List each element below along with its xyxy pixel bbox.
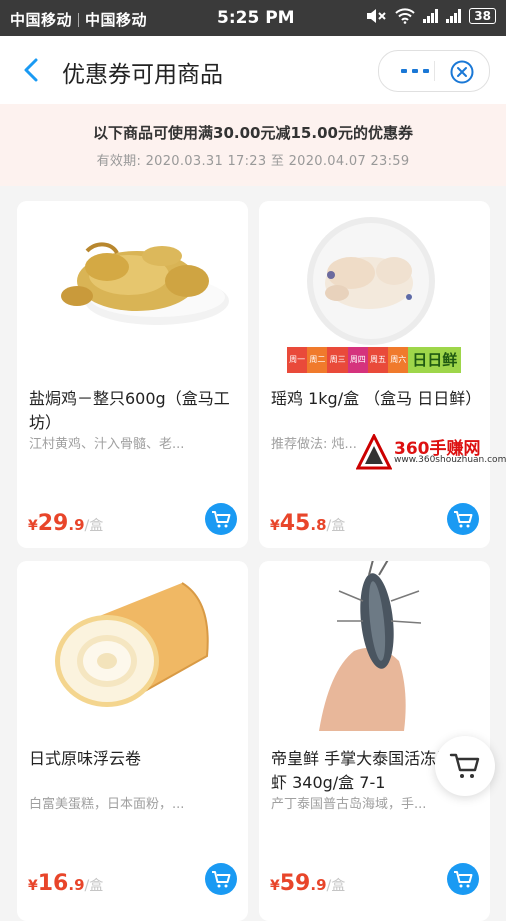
signal-2-icon bbox=[446, 9, 462, 23]
price-unit: /盒 bbox=[326, 878, 346, 894]
price-unit: /盒 bbox=[326, 518, 346, 534]
add-to-cart-button[interactable] bbox=[205, 863, 237, 895]
price-unit: /盒 bbox=[84, 878, 104, 894]
watermark-logo-icon bbox=[356, 434, 392, 470]
badge-day: 周一 bbox=[287, 347, 308, 373]
product-name[interactable]: 瑶鸡 1kg/盒 （盒马 日日鲜） bbox=[271, 387, 476, 411]
price-integer: 16 bbox=[37, 871, 69, 896]
price-decimal: .9 bbox=[68, 876, 85, 894]
cart-icon bbox=[212, 871, 231, 888]
product-image-swiss-roll bbox=[17, 561, 248, 736]
wifi-icon bbox=[395, 8, 415, 24]
page-title: 优惠券可用商品 bbox=[62, 62, 223, 88]
back-chevron-left-icon[interactable] bbox=[18, 56, 46, 84]
cart-icon bbox=[449, 753, 480, 778]
badge-brand: 日日鲜 bbox=[408, 347, 462, 373]
status-time: 5:25 PM bbox=[217, 8, 295, 28]
carrier-info: 中国移动 中国移动 bbox=[10, 9, 147, 30]
mini-program-capsule bbox=[378, 50, 490, 92]
product-card-salt-baked-chicken[interactable]: 盐焗鸡－整只600g（盒马工坊） 江村黄鸡、汁入骨髓、老... ¥29.9/盒 bbox=[17, 201, 248, 548]
product-card-yao-chicken[interactable]: 周一 周二 周三 周四 周五 周六 日日鲜 瑶鸡 1kg/盒 （盒马 日日鲜） … bbox=[259, 201, 490, 548]
close-circle-icon[interactable] bbox=[449, 59, 475, 85]
coupon-validity: 有效期: 2020.03.31 17:23 至 2020.04.07 23:59 bbox=[96, 154, 410, 169]
more-dots-icon[interactable] bbox=[401, 61, 431, 81]
floating-cart-button[interactable] bbox=[435, 736, 495, 796]
status-bar: 中国移动 中国移动 5:25 PM 38 bbox=[0, 0, 506, 36]
product-name[interactable]: 盐焗鸡－整只600g（盒马工坊） bbox=[29, 387, 234, 435]
product-desc: 产丁泰国普古岛海域，手... bbox=[271, 797, 427, 812]
product-price: ¥16.9/盒 bbox=[28, 871, 103, 896]
cart-icon bbox=[454, 871, 473, 888]
add-to-cart-button[interactable] bbox=[447, 863, 479, 895]
product-image-chicken bbox=[17, 201, 248, 376]
cart-icon bbox=[212, 511, 231, 528]
add-to-cart-button[interactable] bbox=[447, 503, 479, 535]
mute-icon bbox=[367, 9, 387, 23]
price-symbol: ¥ bbox=[28, 518, 38, 534]
status-icons: 38 bbox=[365, 8, 496, 24]
price-integer: 29 bbox=[37, 511, 69, 536]
carrier-divider bbox=[78, 13, 80, 27]
price-integer: 59 bbox=[279, 871, 311, 896]
watermark: 360手赚网 www.360shouzhuan.com bbox=[356, 432, 506, 472]
price-integer: 45 bbox=[279, 511, 311, 536]
cart-icon bbox=[454, 511, 473, 528]
product-name[interactable]: 日式原味浮云卷 bbox=[29, 747, 234, 771]
battery-icon: 38 bbox=[469, 8, 496, 24]
product-price: ¥45.8/盒 bbox=[270, 511, 345, 536]
coupon-banner: 以下商品可使用满30.00元减15.00元的优惠券 有效期: 2020.03.3… bbox=[0, 104, 506, 186]
nav-bar: 优惠券可用商品 bbox=[0, 36, 506, 104]
badge-day: 周三 bbox=[327, 347, 348, 373]
badge-day: 周六 bbox=[388, 347, 409, 373]
price-symbol: ¥ bbox=[270, 518, 280, 534]
capsule-divider bbox=[434, 61, 435, 81]
price-decimal: .9 bbox=[310, 876, 327, 894]
ririxian-badge: 周一 周二 周三 周四 周五 周六 日日鲜 bbox=[287, 347, 462, 373]
carrier-2: 中国移动 bbox=[85, 11, 148, 29]
price-decimal: .8 bbox=[310, 516, 327, 534]
price-unit: /盒 bbox=[84, 518, 104, 534]
signal-1-icon bbox=[423, 9, 439, 23]
price-symbol: ¥ bbox=[270, 878, 280, 894]
product-desc: 江村黄鸡、汁入骨髓、老... bbox=[29, 437, 185, 452]
product-card-swiss-roll[interactable]: 日式原味浮云卷 白富美蛋糕，日本面粉，... ¥16.9/盒 bbox=[17, 561, 248, 921]
coupon-text: 以下商品可使用满30.00元减15.00元的优惠券 bbox=[93, 124, 413, 142]
price-decimal: .9 bbox=[68, 516, 85, 534]
price-symbol: ¥ bbox=[28, 878, 38, 894]
carrier-1: 中国移动 bbox=[10, 11, 73, 29]
badge-day: 周五 bbox=[367, 347, 389, 373]
badge-day: 周四 bbox=[347, 347, 368, 373]
add-to-cart-button[interactable] bbox=[205, 503, 237, 535]
product-image-prawn bbox=[259, 561, 490, 736]
product-desc: 白富美蛋糕，日本面粉，... bbox=[29, 797, 185, 812]
badge-day: 周二 bbox=[307, 347, 328, 373]
watermark-url: www.360shouzhuan.com bbox=[394, 455, 506, 465]
product-price: ¥59.9/盒 bbox=[270, 871, 345, 896]
product-price: ¥29.9/盒 bbox=[28, 511, 103, 536]
